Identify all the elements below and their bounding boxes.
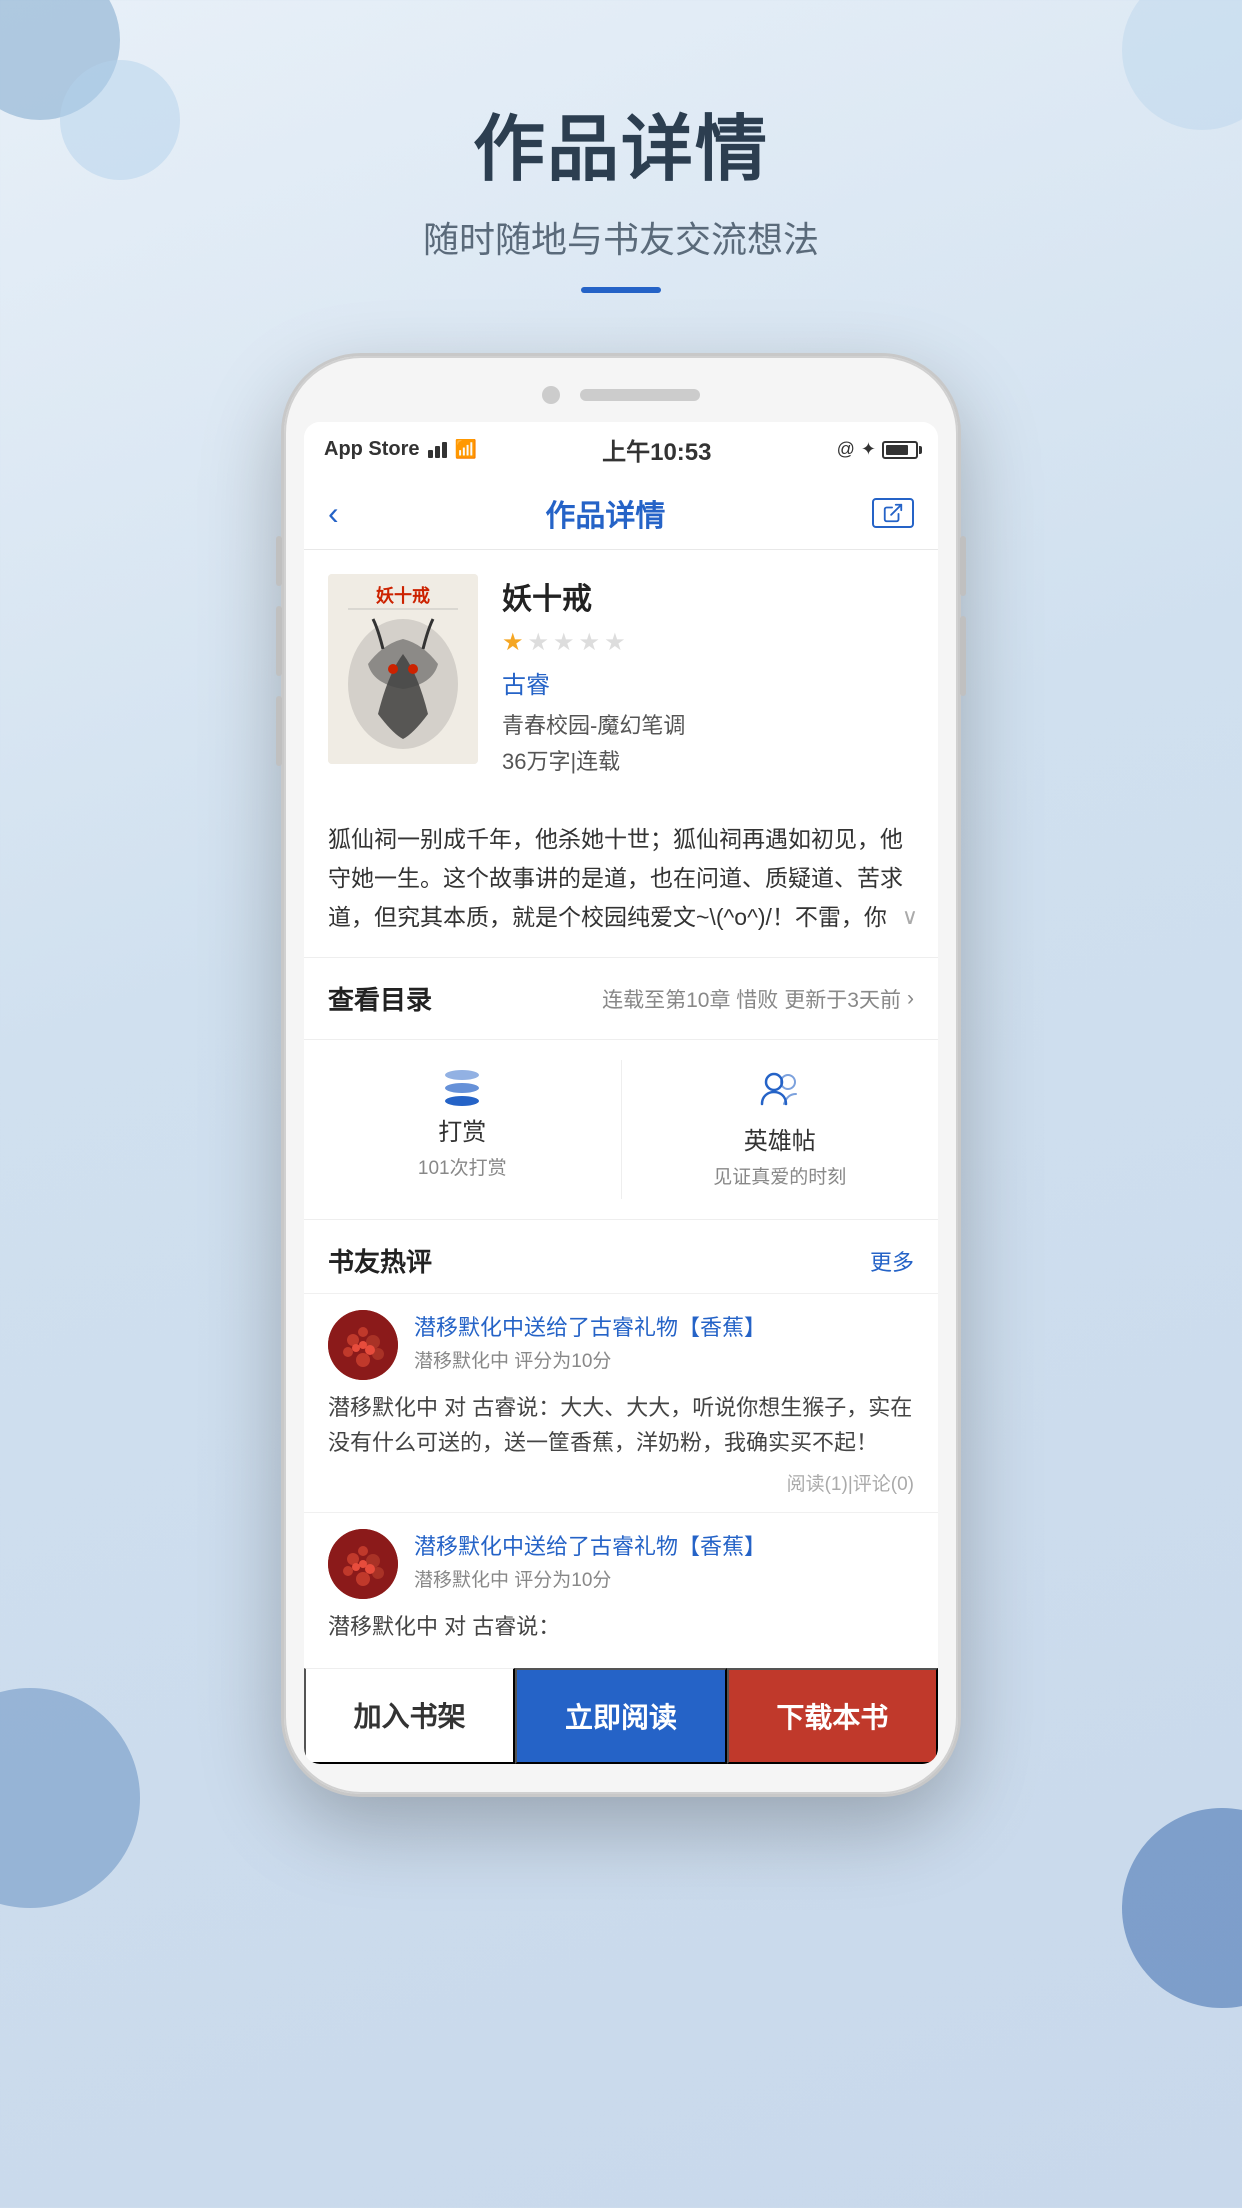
- phone-top-bar: [304, 386, 938, 404]
- tip-action[interactable]: 打赏 101次打赏: [304, 1060, 622, 1199]
- svg-text:妖十戒: 妖十戒: [376, 585, 430, 606]
- toc-info: 连载至第10章 惜败 更新于3天前 ›: [602, 984, 914, 1014]
- page-title: 作品详情: [0, 90, 1242, 195]
- hero-post-label: 英雄帖: [744, 1121, 816, 1156]
- review-username-2: 潜移默化中 评分为10分: [414, 1565, 914, 1592]
- book-description: 狐仙祠一别成千年，他杀她十世；狐仙祠再遇如初见，他守她一生。这个故事讲的是道，也…: [304, 800, 938, 958]
- star-3: ★: [553, 628, 575, 657]
- bottom-bar: 加入书架 立即阅读 下载本书: [304, 1668, 938, 1764]
- tip-count: 101次打赏: [418, 1153, 507, 1180]
- coins-icon: [445, 1070, 479, 1106]
- toc-chapter: 连载至第10章 惜败: [602, 984, 778, 1014]
- reviews-header: 书友热评 更多: [304, 1220, 938, 1293]
- book-genre: 青春校园-魔幻笔调: [502, 708, 914, 740]
- review-username-1: 潜移默化中 评分为10分: [414, 1346, 914, 1373]
- star-5: ★: [604, 628, 626, 657]
- avatar-img-1: [328, 1310, 398, 1380]
- review-title-2[interactable]: 潜移默化中送给了古睿礼物【香蕉】: [414, 1529, 914, 1561]
- reviews-title: 书友热评: [328, 1242, 432, 1279]
- status-time: 上午10:53: [602, 432, 711, 467]
- status-left: App Store 📶: [324, 438, 477, 461]
- book-details: 妖十戒 ★ ★ ★ ★ ★ 古睿 青春校园-魔幻笔调 36万字|连载: [502, 574, 914, 776]
- battery-icon: [882, 441, 918, 459]
- reviews-section: 书友热评 更多: [304, 1220, 938, 1668]
- toc-chevron: ›: [907, 987, 914, 1011]
- bluetooth-icon: ✦: [861, 439, 876, 460]
- signal-bar-2: [435, 446, 440, 458]
- volume-down-button: [960, 616, 966, 696]
- volume-up-button: [276, 606, 282, 676]
- toc-update: 更新于3天前: [784, 984, 901, 1014]
- expand-desc-chevron[interactable]: ∨: [902, 898, 918, 935]
- download-button[interactable]: 下载本书: [727, 1668, 938, 1764]
- review-title-1[interactable]: 潜移默化中送给了古睿礼物【香蕉】: [414, 1310, 914, 1342]
- book-word-count: 36万字|连载: [502, 744, 914, 776]
- star-4: ★: [579, 628, 601, 657]
- toc-label: 查看目录: [328, 980, 432, 1017]
- volume-down-left-button: [276, 696, 282, 766]
- phone-mockup: App Store 📶 上午10:53 @ ✦: [281, 353, 961, 1797]
- review-stats-1: 阅读(1)|评论(0): [328, 1469, 914, 1496]
- book-cover: 妖十戒: [328, 574, 478, 764]
- review-meta-1: 潜移默化中送给了古睿礼物【香蕉】 潜移默化中 评分为10分: [414, 1310, 914, 1373]
- book-cover-art: 妖十戒: [328, 574, 478, 764]
- signal-bars: [428, 442, 447, 458]
- carrier-label: App Store: [324, 438, 420, 461]
- coin-disk-3: [445, 1096, 479, 1106]
- phone-camera: [542, 386, 560, 404]
- page-header: 作品详情 随时随地与书友交流想法: [0, 0, 1242, 323]
- hero-post-action[interactable]: 英雄帖 见证真爱的时刻: [622, 1060, 939, 1199]
- status-bar: App Store 📶 上午10:53 @ ✦: [304, 422, 938, 477]
- review-body-1: 潜移默化中 对 古睿说：大大、大大，听说你想生猴子，实在没有什么可送的，送一筐香…: [328, 1390, 914, 1460]
- toc-row[interactable]: 查看目录 连载至第10章 惜败 更新于3天前 ›: [304, 958, 938, 1040]
- phone-screen: App Store 📶 上午10:53 @ ✦: [304, 422, 938, 1764]
- star-rating: ★ ★ ★ ★ ★: [502, 628, 914, 657]
- action-row: 打赏 101次打赏 英雄帖 见证真爱的时刻: [304, 1040, 938, 1220]
- review-meta-2: 潜移默化中送给了古睿礼物【香蕉】 潜移默化中 评分为10分: [414, 1529, 914, 1592]
- coin-disk-2: [445, 1083, 479, 1093]
- hero-post-subtitle: 见证真爱的时刻: [713, 1162, 846, 1189]
- lock-icon: @: [837, 439, 855, 460]
- battery-fill: [886, 445, 908, 455]
- add-to-shelf-button[interactable]: 加入书架: [304, 1668, 515, 1764]
- nav-title: 作品详情: [545, 491, 665, 535]
- coin-disk-1: [445, 1070, 479, 1080]
- share-button[interactable]: [872, 498, 914, 528]
- phone-wrapper: App Store 📶 上午10:53 @ ✦: [0, 353, 1242, 1797]
- review-header-row-1: 潜移默化中送给了古睿礼物【香蕉】 潜移默化中 评分为10分: [328, 1310, 914, 1380]
- page-subtitle: 随时随地与书友交流想法: [0, 211, 1242, 263]
- review-body-2: 潜移默化中 对 古睿说：: [328, 1609, 914, 1644]
- avatar-img-2: [328, 1529, 398, 1599]
- bg-circle-5: [1122, 1808, 1242, 2008]
- reviews-more-link[interactable]: 更多: [870, 1245, 914, 1277]
- title-divider: [581, 287, 661, 293]
- signal-bar-1: [428, 450, 433, 458]
- review-item-2: 潜移默化中送给了古睿礼物【香蕉】 潜移默化中 评分为10分 潜移默化中 对 古睿…: [304, 1512, 938, 1668]
- book-name: 妖十戒: [502, 574, 914, 618]
- power-button: [960, 536, 966, 596]
- phone-speaker: [580, 389, 700, 401]
- review-avatar-2: [328, 1529, 398, 1599]
- status-right: @ ✦: [837, 439, 918, 460]
- back-button[interactable]: ‹: [328, 495, 339, 532]
- star-2: ★: [528, 628, 550, 657]
- star-1: ★: [502, 628, 524, 657]
- description-text: 狐仙祠一别成千年，他杀她十世；狐仙祠再遇如初见，他守她一生。这个故事讲的是道，也…: [328, 826, 903, 930]
- review-avatar-1: [328, 1310, 398, 1380]
- read-now-button[interactable]: 立即阅读: [515, 1668, 726, 1764]
- review-header-row-2: 潜移默化中送给了古睿礼物【香蕉】 潜移默化中 评分为10分: [328, 1529, 914, 1599]
- tip-label: 打赏: [438, 1112, 486, 1147]
- mute-button: [276, 536, 282, 586]
- book-info: 妖十戒 妖十戒 ★ ★ ★ ★ ★ 古睿: [304, 550, 938, 800]
- signal-bar-3: [442, 442, 447, 458]
- users-icon: [760, 1070, 800, 1115]
- review-item-1: 潜移默化中送给了古睿礼物【香蕉】 潜移默化中 评分为10分 潜移默化中 对 古睿…: [304, 1293, 938, 1511]
- wifi-icon: 📶: [455, 439, 477, 460]
- book-author[interactable]: 古睿: [502, 665, 914, 700]
- nav-bar: ‹ 作品详情: [304, 477, 938, 550]
